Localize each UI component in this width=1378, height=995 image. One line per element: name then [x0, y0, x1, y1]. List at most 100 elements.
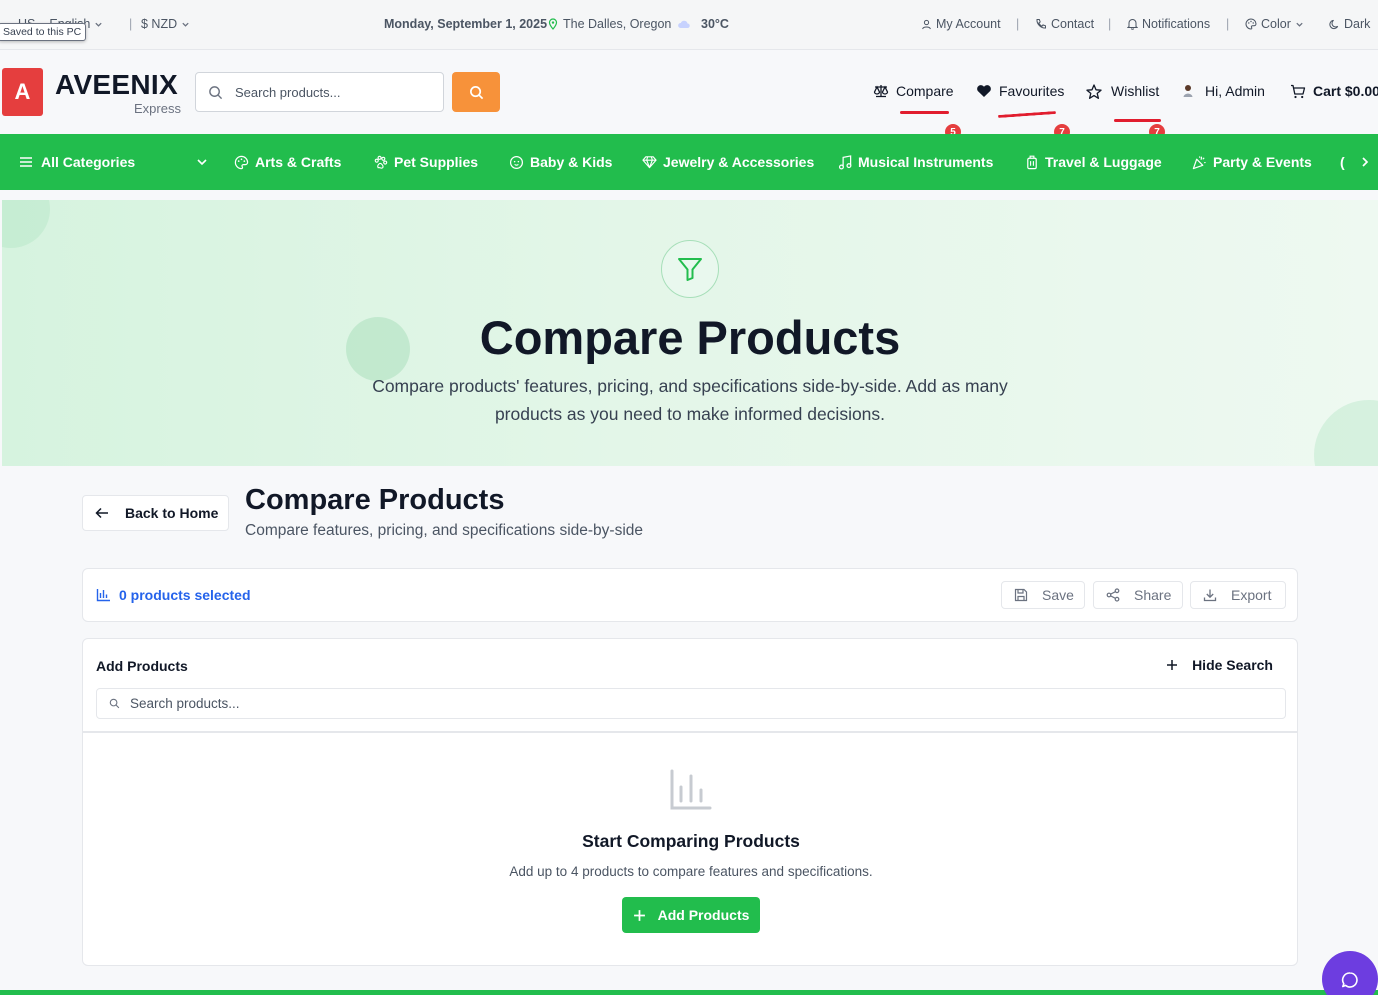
separator: |: [1108, 17, 1112, 31]
favourites-link[interactable]: Favourites: [976, 83, 1064, 99]
category-baby-kids[interactable]: Baby & Kids: [509, 154, 612, 170]
decorative-circle: [1314, 400, 1378, 466]
category-jewelry-accessories[interactable]: Jewelry & Accessories: [642, 154, 814, 170]
footer-strip: [0, 990, 1378, 995]
avatar-icon: [1183, 85, 1193, 97]
chevron-down-icon: [95, 22, 103, 27]
cart-total: Cart $0.00: [1313, 83, 1378, 99]
cloud-icon: [678, 20, 690, 28]
my-account-link[interactable]: My Account: [921, 17, 1001, 31]
hero-subtitle: Compare products' features, pricing, and…: [372, 376, 1008, 424]
theme-label: Dark: [1344, 17, 1371, 31]
paw-icon: [374, 155, 388, 169]
add-products-button[interactable]: Add Products: [622, 897, 760, 933]
star-icon: [1086, 83, 1102, 99]
luggage-icon: [1027, 155, 1037, 169]
brand-name[interactable]: AVEENIX: [55, 69, 178, 101]
cart-link[interactable]: Cart $0.00: [1290, 83, 1378, 99]
back-to-home-button[interactable]: Back to Home: [82, 495, 229, 531]
palette-icon: [234, 155, 249, 169]
search-button[interactable]: [452, 72, 500, 112]
color-label: Color: [1261, 17, 1291, 31]
category-pet-supplies[interactable]: Pet Supplies: [373, 154, 478, 170]
search-icon: [209, 85, 223, 99]
main-header: A AVEENIX Express Compare 5 Favourites 7…: [0, 50, 1378, 140]
back-label: Back to Home: [125, 505, 219, 521]
save-button[interactable]: Save: [1001, 581, 1085, 609]
add-products-label: Add Products: [657, 907, 750, 923]
all-categories-label: All Categories: [41, 154, 136, 170]
add-products-panel: Add Products Hide Search: [82, 638, 1298, 732]
category-label: Travel & Luggage: [1045, 154, 1162, 170]
bar-chart-icon: [96, 589, 110, 602]
empty-state-title: Start Comparing Products: [582, 831, 800, 851]
header-search-input[interactable]: [235, 84, 425, 100]
selected-count-label: 0 products selected: [119, 587, 251, 603]
current-date: Monday, September 1, 2025: [384, 17, 547, 31]
heart-icon: [977, 85, 991, 97]
temperature-text: 30°C: [701, 17, 729, 31]
empty-state: Start Comparing Products Add up to 4 pro…: [82, 732, 1298, 966]
filter-icon: [678, 258, 702, 281]
export-button[interactable]: Export: [1190, 581, 1286, 609]
contact-label: Contact: [1051, 17, 1095, 31]
category-label: Pet Supplies: [394, 154, 479, 170]
all-categories-menu[interactable]: All Categories: [19, 154, 135, 170]
plus-icon: [633, 909, 645, 921]
currency-selector[interactable]: $ NZD: [141, 17, 190, 31]
share-button[interactable]: Share: [1093, 581, 1183, 609]
scale-icon: [873, 85, 889, 98]
user-menu[interactable]: Hi, Admin: [1182, 83, 1265, 99]
category-party-events[interactable]: Party & Events: [1192, 154, 1312, 170]
wishlist-link[interactable]: Wishlist: [1086, 83, 1159, 99]
add-products-title: Add Products: [96, 658, 188, 674]
chevron-right-icon[interactable]: [1360, 156, 1370, 168]
empty-state-subtitle: Add up to 4 products to compare features…: [509, 864, 873, 879]
product-search: [96, 688, 1286, 719]
hide-search-button[interactable]: Hide Search: [1166, 657, 1273, 673]
category-overflow: (: [1340, 154, 1345, 170]
separator: |: [1226, 17, 1230, 31]
palette-icon: [1245, 18, 1257, 30]
category-label: Musical Instruments: [858, 154, 994, 170]
category-label: Party & Events: [1213, 154, 1312, 170]
chevron-down-icon: [1296, 22, 1303, 27]
color-selector[interactable]: Color: [1245, 17, 1304, 31]
category-travel-luggage[interactable]: Travel & Luggage: [1025, 154, 1162, 170]
baby-icon: [509, 155, 524, 169]
menu-icon: [20, 157, 32, 167]
chat-bubble-icon: [1341, 972, 1358, 988]
selection-toolbar: 0 products selected Save Share Export: [82, 568, 1298, 622]
annotation-underline: [997, 110, 1057, 119]
favourites-label: Favourites: [999, 83, 1065, 99]
contact-link[interactable]: Contact: [1035, 17, 1094, 31]
save-icon: [1014, 588, 1028, 602]
separator: |: [1016, 17, 1020, 31]
theme-toggle[interactable]: Dark: [1329, 17, 1370, 31]
category-arts-crafts[interactable]: Arts & Crafts: [234, 154, 341, 170]
music-note-icon: [838, 154, 852, 169]
decorative-circle: [2, 200, 50, 248]
compare-link[interactable]: Compare: [873, 83, 954, 99]
category-label: Baby & Kids: [530, 154, 613, 170]
party-popper-icon: [1192, 155, 1206, 169]
product-search-input[interactable]: [130, 696, 1270, 711]
notifications-link[interactable]: Notifications: [1127, 17, 1210, 31]
logo-mark[interactable]: A: [2, 68, 43, 116]
location: The Dalles, Oregon: [547, 17, 671, 31]
category-musical-instruments[interactable]: Musical Instruments: [838, 154, 993, 170]
hero-title: Compare Products: [479, 311, 901, 364]
chevron-down-icon[interactable]: [196, 157, 208, 167]
currency-label: $ NZD: [141, 17, 178, 31]
page-subtitle: Compare features, pricing, and specifica…: [245, 522, 644, 539]
top-utility-bar: US English | $ NZD Monday, September 1, …: [0, 0, 1378, 50]
chat-button[interactable]: [1322, 951, 1378, 995]
plus-icon: [1167, 660, 1178, 670]
cart-icon: [1291, 84, 1306, 98]
export-label: Export: [1231, 587, 1272, 603]
user-greeting: Hi, Admin: [1205, 83, 1265, 99]
user-icon: [922, 19, 931, 29]
moon-icon: [1329, 19, 1339, 29]
date-text: Monday, September 1, 2025: [384, 17, 548, 31]
brand-subtitle: Express: [134, 101, 181, 116]
